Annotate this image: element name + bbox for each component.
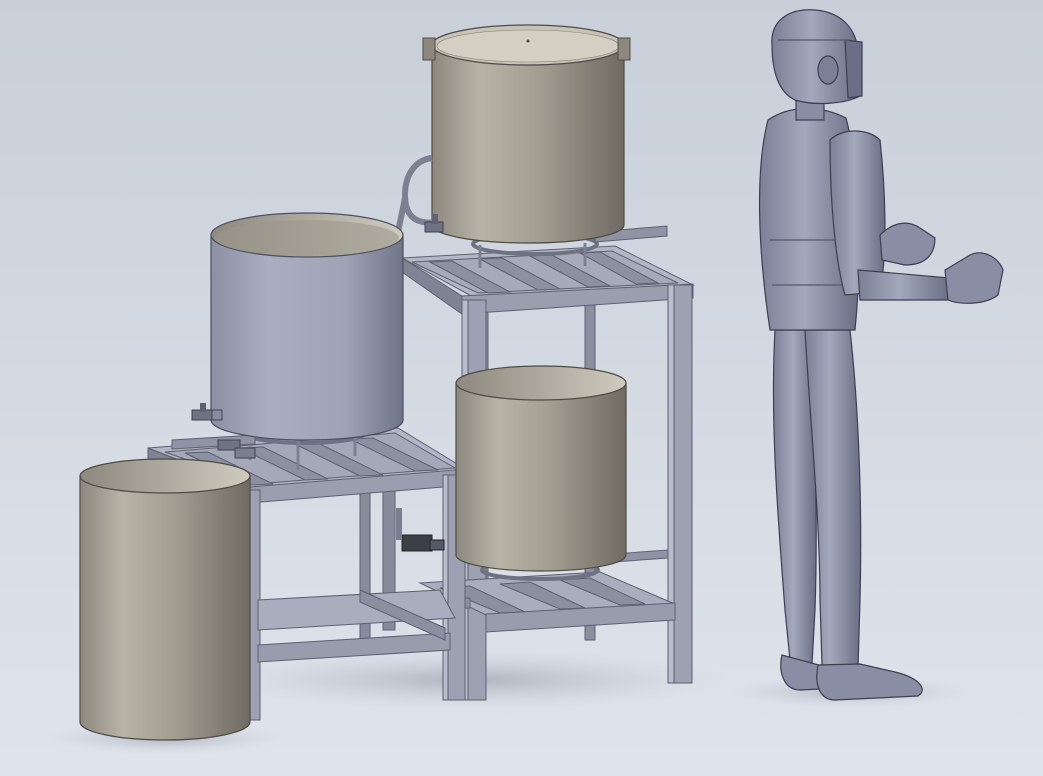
mash-tun-pot[interactable]: [210, 212, 404, 441]
hot-liquor-pot[interactable]: [422, 24, 631, 244]
cad-viewport[interactable]: [0, 0, 1043, 776]
fermenter-bucket[interactable]: [79, 458, 251, 741]
brewing-rig-scene[interactable]: [0, 0, 1043, 776]
boil-kettle-pot[interactable]: [455, 365, 627, 572]
